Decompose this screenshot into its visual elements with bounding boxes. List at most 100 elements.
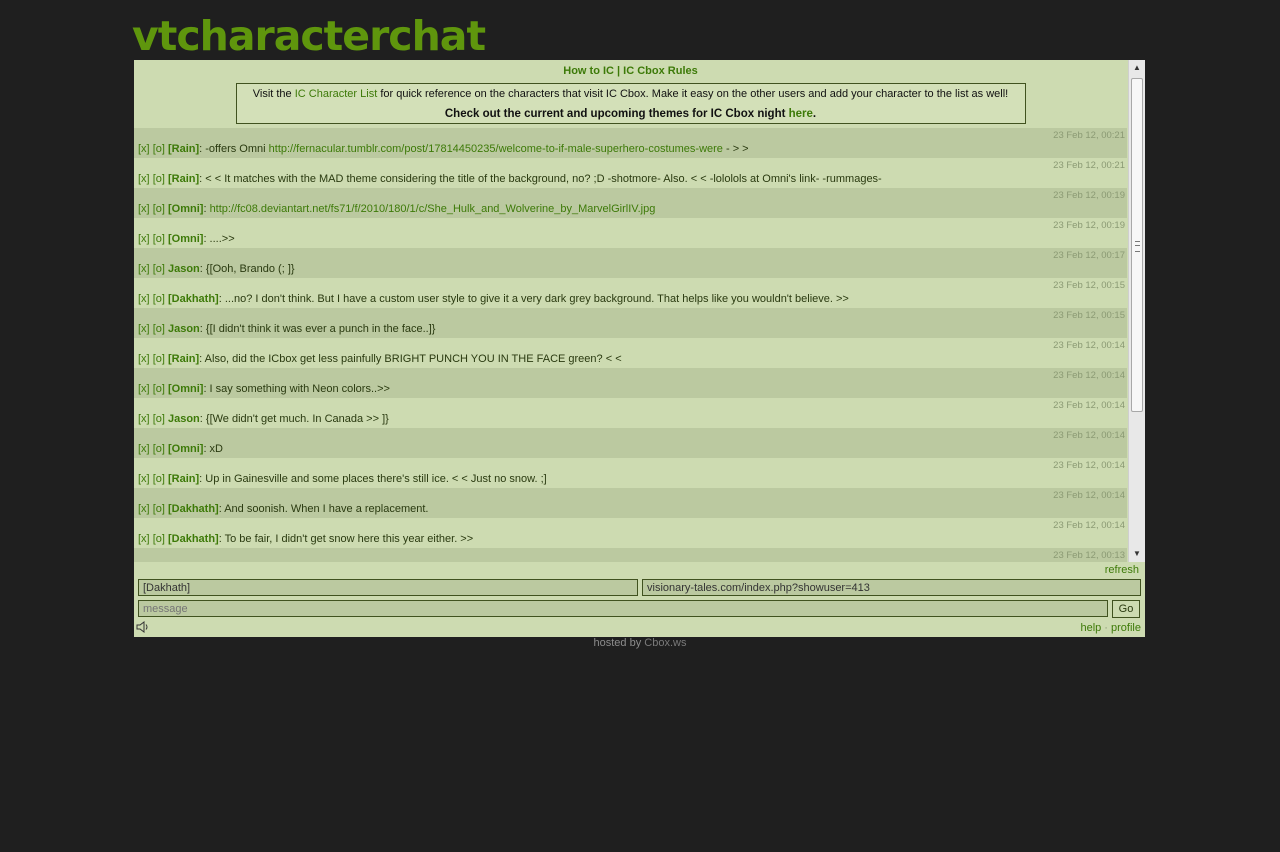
message-author[interactable]: [Omni] [168, 203, 203, 215]
notice-line-1: Visit the IC Character List for quick re… [237, 88, 1025, 100]
message-line: [x] [o] [Omni]: http://fc08.deviantart.n… [138, 203, 655, 215]
site-title: vtcharacterchat [132, 12, 486, 60]
scroll-down-arrow-icon[interactable]: ▼ [1129, 546, 1145, 562]
ip-control[interactable]: [o] [153, 173, 165, 185]
header-links: How to IC | IC Cbox Rules [134, 60, 1127, 83]
message-text: : {[Ooh, Brando (; ]} [199, 263, 295, 275]
message-row: 23 Feb 12, 00:14 [x] [o] Jason: {[We didn… [134, 398, 1127, 428]
notice-text: Check out the current and upcoming theme… [444, 108, 789, 120]
delete-control[interactable]: [x] [138, 203, 150, 215]
footer-links: help · profile [1080, 622, 1141, 634]
message-author[interactable]: Jason [168, 323, 200, 335]
delete-control[interactable]: [x] [138, 323, 150, 335]
message-link[interactable]: http://fc08.deviantart.net/fs71/f/2010/1… [210, 203, 656, 215]
how-to-ic-link[interactable]: How to IC [563, 65, 614, 77]
help-link[interactable]: help [1080, 622, 1101, 634]
message-timestamp: 23 Feb 12, 00:14 [1053, 460, 1125, 471]
ip-control[interactable]: [o] [153, 533, 165, 545]
ip-control[interactable]: [o] [153, 233, 165, 245]
message-author[interactable]: [Rain] [168, 173, 199, 185]
ip-control[interactable]: [o] [153, 383, 165, 395]
message-row: 23 Feb 12, 00:21 [x] [o] [Rain]: < < It m… [134, 158, 1127, 188]
message-row: 23 Feb 12, 00:14 [x] [o] [Omni]: I say so… [134, 368, 1127, 398]
message-timestamp: 23 Feb 12, 00:21 [1053, 160, 1125, 171]
message-author[interactable]: [Dakhath] [168, 503, 219, 515]
notice-box: Visit the IC Character List for quick re… [235, 83, 1026, 124]
message-timestamp: 23 Feb 12, 00:14 [1053, 340, 1125, 351]
message-row: 23 Feb 12, 00:13 [134, 548, 1127, 562]
message-line: [x] [o] [Dakhath]: To be fair, I didn't … [138, 533, 473, 545]
character-list-link[interactable]: IC Character List [295, 88, 378, 100]
message-timestamp: 23 Feb 12, 00:14 [1053, 430, 1125, 441]
message-line: [x] [o] [Omni]: I say something with Neo… [138, 383, 390, 395]
profile-link[interactable]: profile [1111, 622, 1141, 634]
notice-text: for quick reference on the characters th… [377, 88, 1009, 100]
ic-cbox-rules-link[interactable]: IC Cbox Rules [623, 65, 698, 77]
delete-control[interactable]: [x] [138, 353, 150, 365]
delete-control[interactable]: [x] [138, 293, 150, 305]
message-text: : Also, did the ICbox get less painfully… [199, 353, 622, 365]
ip-control[interactable]: [o] [153, 143, 165, 155]
message-scrollbar[interactable]: ▲ ▼ [1128, 60, 1145, 562]
message-author[interactable]: [Rain] [168, 473, 199, 485]
message-row: 23 Feb 12, 00:14 [x] [o] [Rain]: Up in Ga… [134, 458, 1127, 488]
message-pane[interactable]: How to IC | IC Cbox Rules Visit the IC C… [134, 60, 1127, 562]
message-author[interactable]: [Dakhath] [168, 533, 219, 545]
ip-control[interactable]: [o] [153, 293, 165, 305]
scroll-up-arrow-icon[interactable]: ▲ [1129, 60, 1145, 76]
delete-control[interactable]: [x] [138, 503, 150, 515]
ip-control[interactable]: [o] [153, 413, 165, 425]
message-timestamp: 23 Feb 12, 00:14 [1053, 400, 1125, 411]
scroll-thumb[interactable] [1131, 78, 1143, 412]
go-button[interactable]: Go [1112, 600, 1140, 618]
delete-control[interactable]: [x] [138, 443, 150, 455]
message-text-after: - > > [722, 143, 749, 155]
message-author[interactable]: Jason [168, 263, 200, 275]
message-text: : ....>> [203, 233, 235, 245]
message-author[interactable]: [Rain] [168, 143, 199, 155]
message-timestamp: 23 Feb 12, 00:19 [1053, 190, 1125, 201]
delete-control[interactable]: [x] [138, 473, 150, 485]
message-link[interactable]: http://fernacular.tumblr.com/post/178144… [269, 143, 723, 155]
ip-control[interactable]: [o] [153, 323, 165, 335]
message-row: 23 Feb 12, 00:14 [x] [o] [Dakhath]: And s… [134, 488, 1127, 518]
delete-control[interactable]: [x] [138, 263, 150, 275]
ip-control[interactable]: [o] [153, 353, 165, 365]
message-row: 23 Feb 12, 00:14 [x] [o] [Omni]: xD [134, 428, 1127, 458]
url-field[interactable] [642, 579, 1141, 596]
delete-control[interactable]: [x] [138, 173, 150, 185]
refresh-link[interactable]: refresh [1105, 564, 1139, 576]
message-author[interactable]: [Omni] [168, 233, 203, 245]
message-row: 23 Feb 12, 00:15 [x] [o] Jason: {[I didn'… [134, 308, 1127, 338]
message-author[interactable]: [Rain] [168, 353, 199, 365]
cbox-link[interactable]: Cbox.ws [644, 637, 686, 649]
message-line: [x] [o] [Dakhath]: ...no? I don't think.… [138, 293, 849, 305]
ip-control[interactable]: [o] [153, 263, 165, 275]
message-line: [x] [o] [Rain]: < < It matches with the … [138, 173, 882, 185]
message-author[interactable]: [Dakhath] [168, 293, 219, 305]
message-author[interactable]: [Omni] [168, 383, 203, 395]
name-field[interactable] [138, 579, 638, 596]
delete-control[interactable]: [x] [138, 383, 150, 395]
delete-control[interactable]: [x] [138, 143, 150, 155]
message-list: 23 Feb 12, 00:21 [x] [o] [Rain]: -offers … [134, 128, 1127, 562]
ip-control[interactable]: [o] [153, 473, 165, 485]
delete-control[interactable]: [x] [138, 533, 150, 545]
sound-icon[interactable] [136, 620, 150, 638]
themes-here-link[interactable]: here [789, 108, 813, 120]
ip-control[interactable]: [o] [153, 443, 165, 455]
delete-control[interactable]: [x] [138, 233, 150, 245]
message-author[interactable]: Jason [168, 413, 200, 425]
message-timestamp: 23 Feb 12, 00:19 [1053, 220, 1125, 231]
message-author[interactable]: [Omni] [168, 443, 203, 455]
message-row: 23 Feb 12, 00:21 [x] [o] [Rain]: -offers … [134, 128, 1127, 158]
message-input[interactable] [138, 600, 1108, 617]
delete-control[interactable]: [x] [138, 413, 150, 425]
message-line: [x] [o] [Rain]: -offers Omni http://fern… [138, 143, 749, 155]
message-text: : {[I didn't think it was ever a punch i… [199, 323, 436, 335]
message-row: 23 Feb 12, 00:19 [x] [o] [Omni]: http://f… [134, 188, 1127, 218]
message-timestamp: 23 Feb 12, 00:14 [1053, 490, 1125, 501]
ip-control[interactable]: [o] [153, 503, 165, 515]
ip-control[interactable]: [o] [153, 203, 165, 215]
message-row: 23 Feb 12, 00:17 [x] [o] Jason: {[Ooh, Br… [134, 248, 1127, 278]
